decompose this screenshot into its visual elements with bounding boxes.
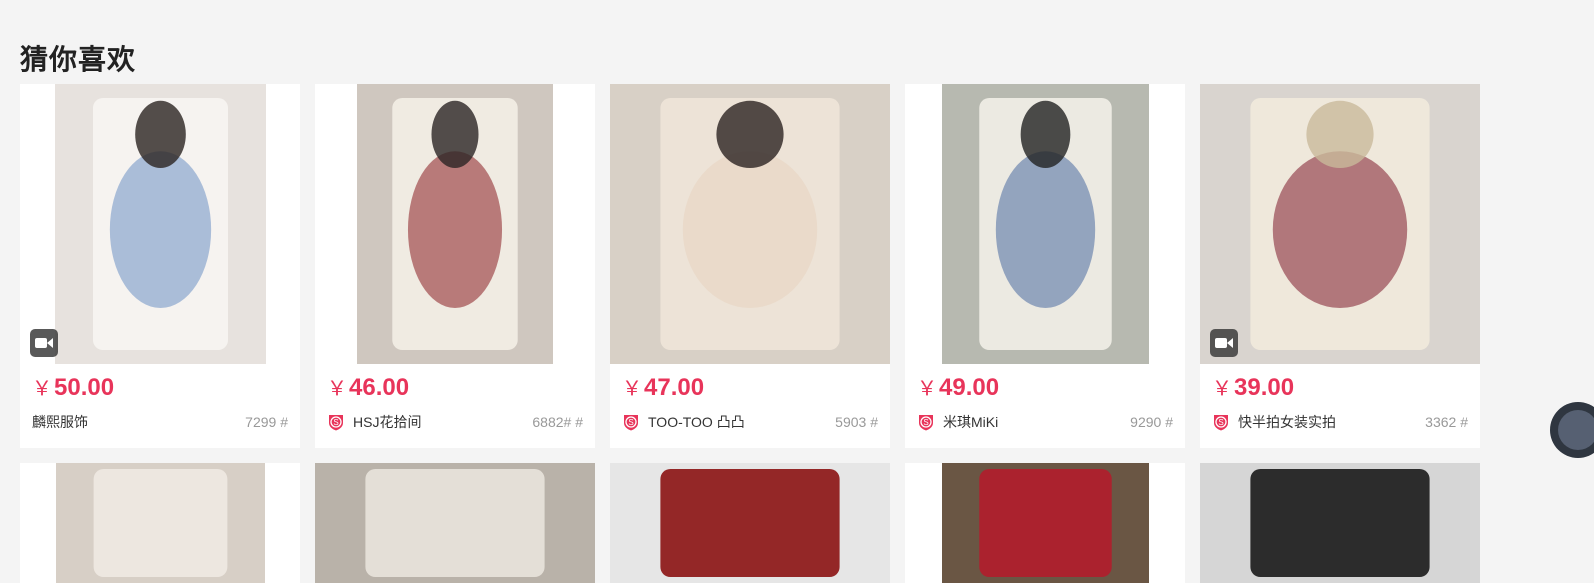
- shop-s-badge-icon: S: [1212, 413, 1230, 431]
- price-value: 50.00: [54, 374, 115, 401]
- product-card[interactable]: ￥47.00 S TOO-TOO 凸凸 5903 #: [610, 84, 890, 448]
- product-card[interactable]: [1200, 463, 1480, 583]
- product-photo: [942, 463, 1149, 583]
- shop-name: TOO-TOO 凸凸: [648, 414, 745, 430]
- product-price: ￥39.00: [1212, 372, 1294, 402]
- currency-symbol: ￥: [917, 378, 937, 400]
- section-title: 猜你喜欢: [20, 43, 137, 76]
- shop-s-badge-icon: S: [327, 413, 345, 431]
- shop-link[interactable]: 麟熙服饰: [32, 412, 88, 432]
- product-card[interactable]: [905, 463, 1185, 583]
- product-card[interactable]: ￥39.00 S 快半拍女装实拍 3362 #: [1200, 84, 1480, 448]
- sales-count: 3362 #: [1425, 414, 1468, 430]
- product-photo: [315, 463, 595, 583]
- sales-count: 5903 #: [835, 414, 878, 430]
- product-photo: [1200, 84, 1480, 364]
- product-image[interactable]: [1200, 463, 1480, 583]
- product-image[interactable]: [905, 463, 1185, 583]
- video-camera-icon: [1210, 329, 1238, 357]
- shop-s-badge-icon: S: [917, 413, 935, 431]
- product-card[interactable]: [20, 463, 300, 583]
- assistant-icon: [1558, 410, 1594, 450]
- svg-text:S: S: [923, 418, 928, 427]
- shop-name: 米琪MiKi: [943, 414, 999, 430]
- product-photo: [1200, 463, 1480, 583]
- product-photo: [610, 84, 890, 364]
- currency-symbol: ￥: [327, 378, 347, 400]
- product-card[interactable]: ￥50.00 麟熙服饰 7299 #: [20, 84, 300, 448]
- product-price: ￥46.00: [327, 372, 409, 402]
- product-photo: [56, 463, 265, 583]
- price-value: 47.00: [644, 374, 705, 401]
- currency-symbol: ￥: [32, 378, 52, 400]
- product-photo: [357, 84, 553, 364]
- product-card[interactable]: ￥46.00 S HSJ花拾间 6882# #: [315, 84, 595, 448]
- product-price: ￥49.00: [917, 372, 999, 402]
- shop-name: 麟熙服饰: [32, 414, 88, 430]
- product-image[interactable]: [1200, 84, 1480, 364]
- shop-s-badge-icon: S: [622, 413, 640, 431]
- sales-count: 7299 #: [245, 414, 288, 430]
- product-photo: [942, 84, 1149, 364]
- shop-link[interactable]: S TOO-TOO 凸凸: [622, 412, 745, 432]
- svg-text:S: S: [628, 418, 633, 427]
- product-card[interactable]: [610, 463, 890, 583]
- shop-link[interactable]: S 快半拍女装实拍: [1212, 412, 1336, 432]
- svg-text:S: S: [1218, 418, 1223, 427]
- product-price: ￥50.00: [32, 372, 114, 402]
- product-image[interactable]: [315, 84, 595, 364]
- svg-text:S: S: [333, 418, 338, 427]
- product-photo: [55, 84, 266, 364]
- product-image[interactable]: [610, 84, 890, 364]
- shop-name: HSJ花拾间: [353, 414, 422, 430]
- product-image[interactable]: [20, 463, 300, 583]
- product-card[interactable]: ￥49.00 S 米琪MiKi 9290 #: [905, 84, 1185, 448]
- price-value: 39.00: [1234, 374, 1295, 401]
- product-image[interactable]: [20, 84, 300, 364]
- currency-symbol: ￥: [1212, 378, 1232, 400]
- price-value: 46.00: [349, 374, 410, 401]
- video-camera-icon: [30, 329, 58, 357]
- shop-name: 快半拍女装实拍: [1238, 414, 1336, 430]
- product-image[interactable]: [905, 84, 1185, 364]
- shop-link[interactable]: S 米琪MiKi: [917, 412, 998, 432]
- sales-count: 6882# #: [532, 414, 583, 430]
- product-card[interactable]: [315, 463, 595, 583]
- currency-symbol: ￥: [622, 378, 642, 400]
- product-image[interactable]: [315, 463, 595, 583]
- product-image[interactable]: [610, 463, 890, 583]
- price-value: 49.00: [939, 374, 1000, 401]
- shop-link[interactable]: S HSJ花拾间: [327, 412, 421, 432]
- product-photo: [610, 463, 890, 583]
- floating-assistant-button[interactable]: [1550, 402, 1594, 458]
- sales-count: 9290 #: [1130, 414, 1173, 430]
- product-price: ￥47.00: [622, 372, 704, 402]
